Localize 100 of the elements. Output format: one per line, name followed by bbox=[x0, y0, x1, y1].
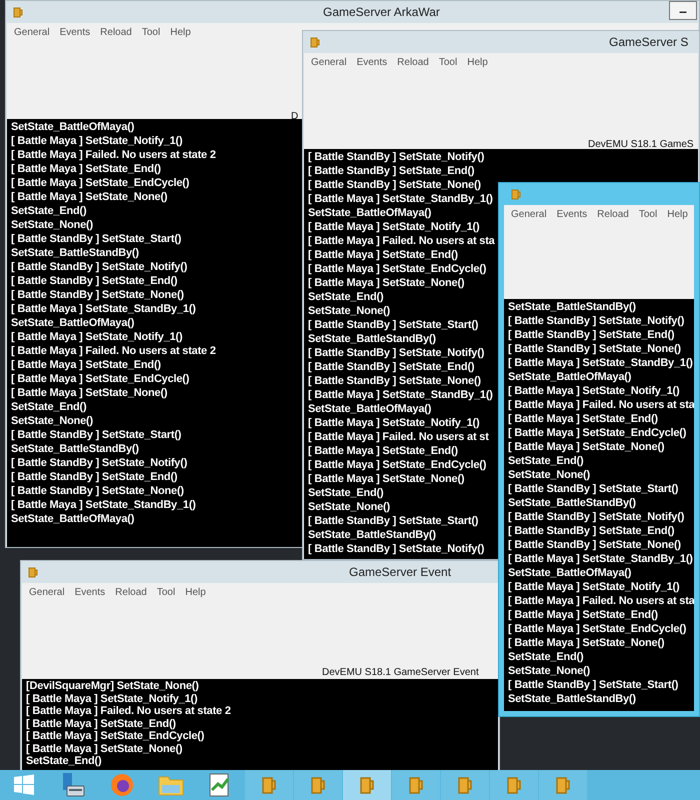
log-line: [ Battle Maya ] SetState_End() bbox=[26, 718, 176, 730]
log-line: [ Battle Maya ] SetState_StandBy_1() bbox=[11, 302, 196, 316]
log-line: [ Battle StandBy ] SetState_Start() bbox=[508, 482, 678, 496]
menu-item[interactable]: Tool bbox=[156, 587, 176, 598]
menu-item[interactable]: General bbox=[14, 27, 50, 38]
menu-item[interactable]: Tool bbox=[438, 57, 458, 68]
log-line: [ Battle StandBy ] SetState_Notify() bbox=[508, 510, 684, 524]
menu-item[interactable]: Help bbox=[185, 587, 206, 598]
log-line: SetState_BattleOfMaya() bbox=[11, 316, 134, 330]
log-line: [ Battle StandBy ] SetState_End() bbox=[508, 328, 674, 342]
log-line: [ Battle StandBy ] SetState_Notify() bbox=[308, 150, 484, 164]
windows-logo-icon bbox=[13, 774, 35, 796]
log-line: [ Battle StandBy ] SetState_End() bbox=[11, 274, 178, 288]
log-line: [ Battle StandBy ] SetState_Notify() bbox=[11, 456, 188, 470]
log-line: SetState_None() bbox=[11, 414, 93, 428]
log-line: [ Battle StandBy ] SetState_None() bbox=[11, 484, 184, 498]
log-line: SetState_BattleStandBy() bbox=[508, 300, 636, 314]
menu-item[interactable]: Reload bbox=[597, 209, 629, 220]
log-line: SetState_None() bbox=[308, 304, 390, 318]
log-line: [ Battle StandBy ] SetState_Notify() bbox=[308, 542, 484, 556]
menu-item[interactable]: Help bbox=[667, 209, 688, 220]
log-line: SetState_End() bbox=[508, 650, 584, 664]
minimize-button[interactable]: – bbox=[669, 1, 697, 20]
log-line: [ Battle StandBy ] SetState_End() bbox=[508, 524, 674, 538]
log-line: [ Battle StandBy ] SetState_Start() bbox=[308, 318, 478, 332]
browser-icon bbox=[110, 773, 134, 797]
menu-item[interactable]: Help bbox=[170, 27, 191, 38]
log-line: SetState_BattleStandBy() bbox=[308, 332, 436, 346]
log-line: [ Battle Maya ] Failed. No users at state 2 bbox=[11, 344, 216, 358]
log-line: [ Battle Maya ] Failed. No users at sta bbox=[308, 234, 495, 248]
menu-item[interactable]: Events bbox=[556, 209, 588, 220]
log-line: [ Battle Maya ] SetState_End() bbox=[11, 162, 161, 176]
menu-item[interactable]: Help bbox=[467, 57, 488, 68]
log-line: SetState_End() bbox=[11, 400, 86, 414]
server-label: D bbox=[291, 111, 298, 122]
log-line: [ Battle Maya ] SetState_Notify_1() bbox=[308, 416, 480, 430]
window-title: GameServer ArkaWar bbox=[323, 5, 440, 19]
log-line: [ Battle StandBy ] SetState_Notify() bbox=[508, 314, 684, 328]
log-line: [ Battle Maya ] Failed. No users at state 2 bbox=[26, 705, 231, 718]
log-line: [ Battle Maya ] SetState_None() bbox=[508, 440, 664, 454]
log-line: SetState_BattleStandBy() bbox=[11, 246, 139, 260]
mug-icon bbox=[510, 187, 522, 201]
log-line: SetState_BattleOfMaya() bbox=[508, 370, 632, 384]
log-line: SetState_None() bbox=[308, 500, 390, 514]
taskbar-button[interactable] bbox=[343, 770, 391, 800]
server-label: DevEMU S18.1 GameServer Event bbox=[322, 667, 479, 678]
log-line: SetState_End() bbox=[26, 755, 102, 768]
menu-item[interactable]: General bbox=[29, 587, 65, 598]
log-line: [ Battle Maya ] SetState_StandBy_1() bbox=[308, 388, 493, 402]
menu-item[interactable]: Reload bbox=[100, 27, 132, 38]
log-line: SetState_BattleStandBy() bbox=[308, 528, 436, 542]
mug-icon bbox=[27, 565, 39, 579]
log-line: [ Battle Maya ] SetState_Notify_1() bbox=[26, 692, 198, 705]
menu-item[interactable]: Tool bbox=[638, 209, 658, 220]
mug-icon bbox=[309, 35, 321, 49]
menu-item[interactable]: Events bbox=[60, 27, 90, 38]
log-line: [ Battle StandBy ] SetState_None() bbox=[308, 178, 481, 192]
log-line: [ Battle StandBy ] SetState_Start() bbox=[11, 428, 182, 442]
menu-item[interactable]: Reload bbox=[115, 587, 147, 598]
log-line: [ Battle Maya ] SetState_Notify_1() bbox=[508, 580, 680, 594]
log-line: [ Battle StandBy ] SetState_Notify() bbox=[11, 260, 188, 274]
log-line: [ Battle Maya ] Failed. No users at state 2 bbox=[11, 148, 216, 162]
log-line: [ Battle Maya ] SetState_Notify_1() bbox=[508, 384, 680, 398]
log-line: SetState_BattleOfMaya() bbox=[508, 566, 632, 580]
log-line: [ Battle Maya ] SetState_None() bbox=[26, 742, 182, 755]
log-line: [ Battle Maya ] SetState_EndCycle() bbox=[26, 730, 204, 742]
log-line: [ Battle StandBy ] SetState_Start() bbox=[508, 678, 678, 692]
menu-item[interactable]: General bbox=[311, 57, 347, 68]
log-line: [ Battle StandBy ] SetState_Start() bbox=[308, 514, 478, 528]
menu-item[interactable]: Tool bbox=[142, 27, 160, 38]
log-line: [ Battle Maya ] SetState_StandBy_1() bbox=[508, 552, 693, 566]
server-icon bbox=[60, 772, 86, 798]
log-line: [ Battle Maya ] SetState_End() bbox=[308, 444, 458, 458]
menu-item[interactable]: Reload bbox=[397, 57, 429, 68]
log-line: SetState_BattleOfMaya() bbox=[308, 206, 432, 220]
log-line: [ Battle Maya ] Failed. No users at st bbox=[308, 430, 489, 444]
log-line: [ Battle Maya ] SetState_End() bbox=[508, 608, 658, 622]
log-line: SetState_End() bbox=[508, 454, 584, 468]
log-line: [ Battle Maya ] SetState_End() bbox=[308, 248, 458, 262]
log-line: [ Battle Maya ] SetState_Notify_1() bbox=[11, 134, 182, 148]
menu-item[interactable]: Events bbox=[356, 57, 388, 68]
log-line: [ Battle Maya ] SetState_StandBy_1() bbox=[11, 498, 196, 512]
menu-item[interactable]: General bbox=[511, 209, 547, 220]
log-line: [ Battle Maya ] SetState_Notify_1() bbox=[308, 220, 480, 234]
window-title: GameServer S bbox=[609, 35, 688, 49]
log-line: [ Battle StandBy ] SetState_End() bbox=[308, 360, 474, 374]
log-line: [ Battle Maya ] SetState_StandBy_1() bbox=[508, 356, 693, 370]
log-line: [ Battle Maya ] SetState_EndCycle() bbox=[11, 372, 190, 386]
log-line: [ Battle StandBy ] SetState_End() bbox=[11, 470, 178, 484]
mug-icon bbox=[12, 5, 24, 19]
log-line: [ Battle Maya ] SetState_None() bbox=[308, 472, 464, 486]
server-label: DevEMU S18.1 GameS bbox=[588, 139, 694, 150]
log-line: [ Battle StandBy ] SetState_Notify() bbox=[308, 346, 484, 360]
log-line: [ Battle Maya ] SetState_End() bbox=[11, 358, 161, 372]
log-line: [ Battle Maya ] SetState_None() bbox=[11, 190, 168, 204]
log-line: [ Battle Maya ] SetState_None() bbox=[508, 636, 664, 650]
log-line: SetState_BattleStandBy() bbox=[508, 692, 636, 706]
log-line: [ Battle StandBy ] SetState_End() bbox=[308, 164, 474, 178]
menu-item[interactable]: Events bbox=[74, 587, 106, 598]
log-line: [ Battle StandBy ] SetState_None() bbox=[508, 342, 681, 356]
